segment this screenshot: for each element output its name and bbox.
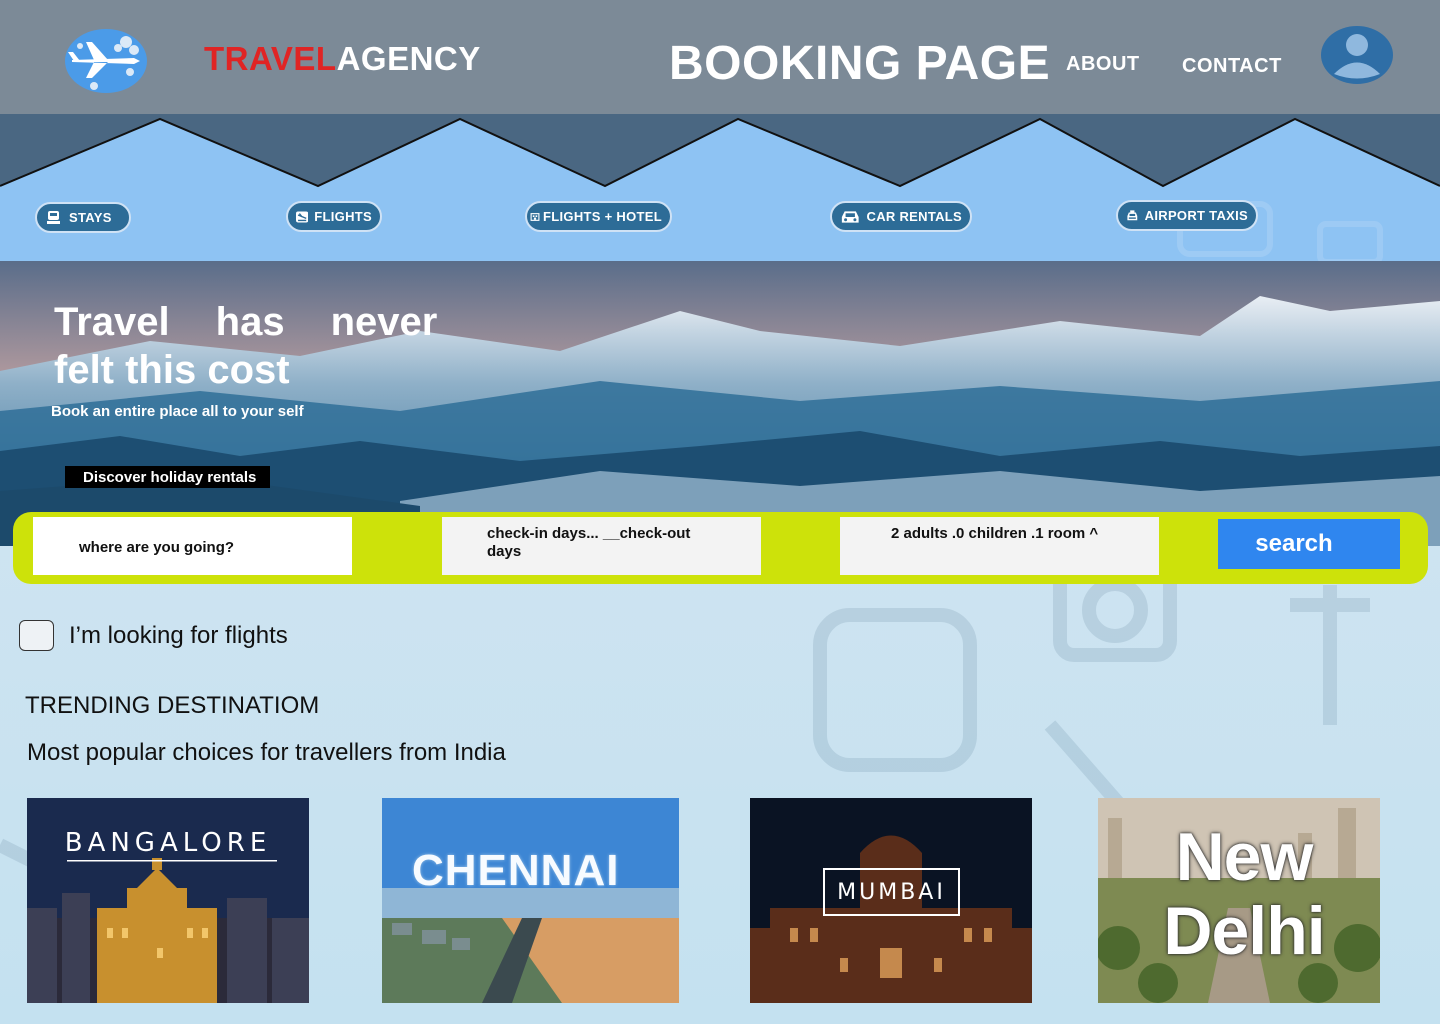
discover-rentals-button[interactable]: Discover holiday rentals — [65, 466, 270, 488]
category-car-rentals-label: CAR RENTALS — [866, 209, 962, 224]
category-airport-taxis-label: AIRPORT TAXIS — [1144, 208, 1248, 223]
card-label-new-delhi-line-1: New — [1175, 819, 1314, 895]
category-stays-label: STAYS — [69, 210, 112, 225]
flights-checkbox[interactable] — [19, 620, 54, 651]
destination-card-chennai[interactable]: CHENNAI — [382, 798, 679, 1003]
card-label-mumbai: MUMBAI — [823, 868, 960, 916]
car-icon — [841, 210, 859, 223]
chennai-image — [382, 798, 679, 1003]
taxi-icon — [1127, 209, 1138, 220]
category-band-background — [0, 114, 1440, 262]
trending-title: TRENDING DESTINATIOM — [25, 692, 320, 719]
nav-contact-link[interactable]: CONTACT — [1182, 55, 1282, 78]
page-title: BOOKING PAGE — [669, 37, 1051, 90]
destination-card-new-delhi[interactable]: New Delhi — [1098, 798, 1380, 1003]
search-button[interactable]: search — [1218, 519, 1400, 569]
guests-text: 2 adults .0 children .1 room ^ — [891, 525, 1099, 542]
card-label-new-delhi-line-2: Delhi — [1163, 893, 1325, 969]
category-stays-button[interactable]: STAYS — [35, 202, 131, 233]
category-flights-hotel-label: FLIGHTS + HOTEL — [543, 209, 662, 224]
airplane-icon — [296, 211, 309, 222]
bed-icon — [47, 210, 60, 224]
card-label-bangalore: BANGALORE — [64, 828, 272, 858]
guests-selector[interactable]: 2 adults .0 children .1 room ^ — [840, 517, 1159, 575]
hero-title-word-1: Travel — [54, 300, 170, 344]
hero-title-word-3: never — [330, 300, 438, 344]
flights-checkbox-label[interactable]: I’m looking for flights — [69, 622, 288, 650]
destination-card-bangalore[interactable]: BANGALORE — [27, 798, 309, 1003]
hero-subtitle: Book an entire place all to your self — [51, 403, 304, 420]
category-airport-taxis-button[interactable]: AIRPORT TAXIS — [1116, 200, 1258, 231]
top-header: TRAVELAGENCY BOOKING PAGE ABOUT CONTACT — [0, 0, 1440, 114]
airplane-globe-icon[interactable] — [64, 28, 148, 94]
dates-field[interactable]: check-in days... __check-out days — [442, 517, 761, 575]
category-flights-label: FLIGHTS — [314, 209, 372, 224]
brand-name-red: TRAVEL — [204, 40, 337, 77]
trending-subtitle: Most popular choices for travellers from… — [27, 739, 506, 766]
dates-text: check-in days... __check-out days — [487, 525, 691, 560]
hero-title-line-2: felt this cost — [54, 348, 290, 392]
card-label-new-delhi: New Delhi — [1144, 820, 1344, 968]
hero-title-word-2: has — [215, 300, 285, 344]
user-avatar-icon[interactable] — [1320, 25, 1394, 85]
category-flights-hotel-button[interactable]: FLIGHTS + HOTEL — [525, 201, 672, 232]
nav-about-link[interactable]: ABOUT — [1066, 53, 1140, 76]
destination-input[interactable]: where are you going? — [33, 517, 352, 575]
hotel-icon — [530, 212, 540, 221]
destination-placeholder: where are you going? — [79, 539, 235, 556]
category-car-rentals-button[interactable]: CAR RENTALS — [830, 201, 972, 232]
hero-title: Travel has never felt this cost — [54, 298, 474, 394]
category-flights-button[interactable]: FLIGHTS — [286, 201, 382, 232]
brand-name-rest: AGENCY — [336, 40, 481, 77]
destination-card-mumbai[interactable]: MUMBAI — [750, 798, 1032, 1003]
card-label-chennai: CHENNAI — [412, 846, 620, 895]
brand-name[interactable]: TRAVELAGENCY — [204, 40, 481, 78]
